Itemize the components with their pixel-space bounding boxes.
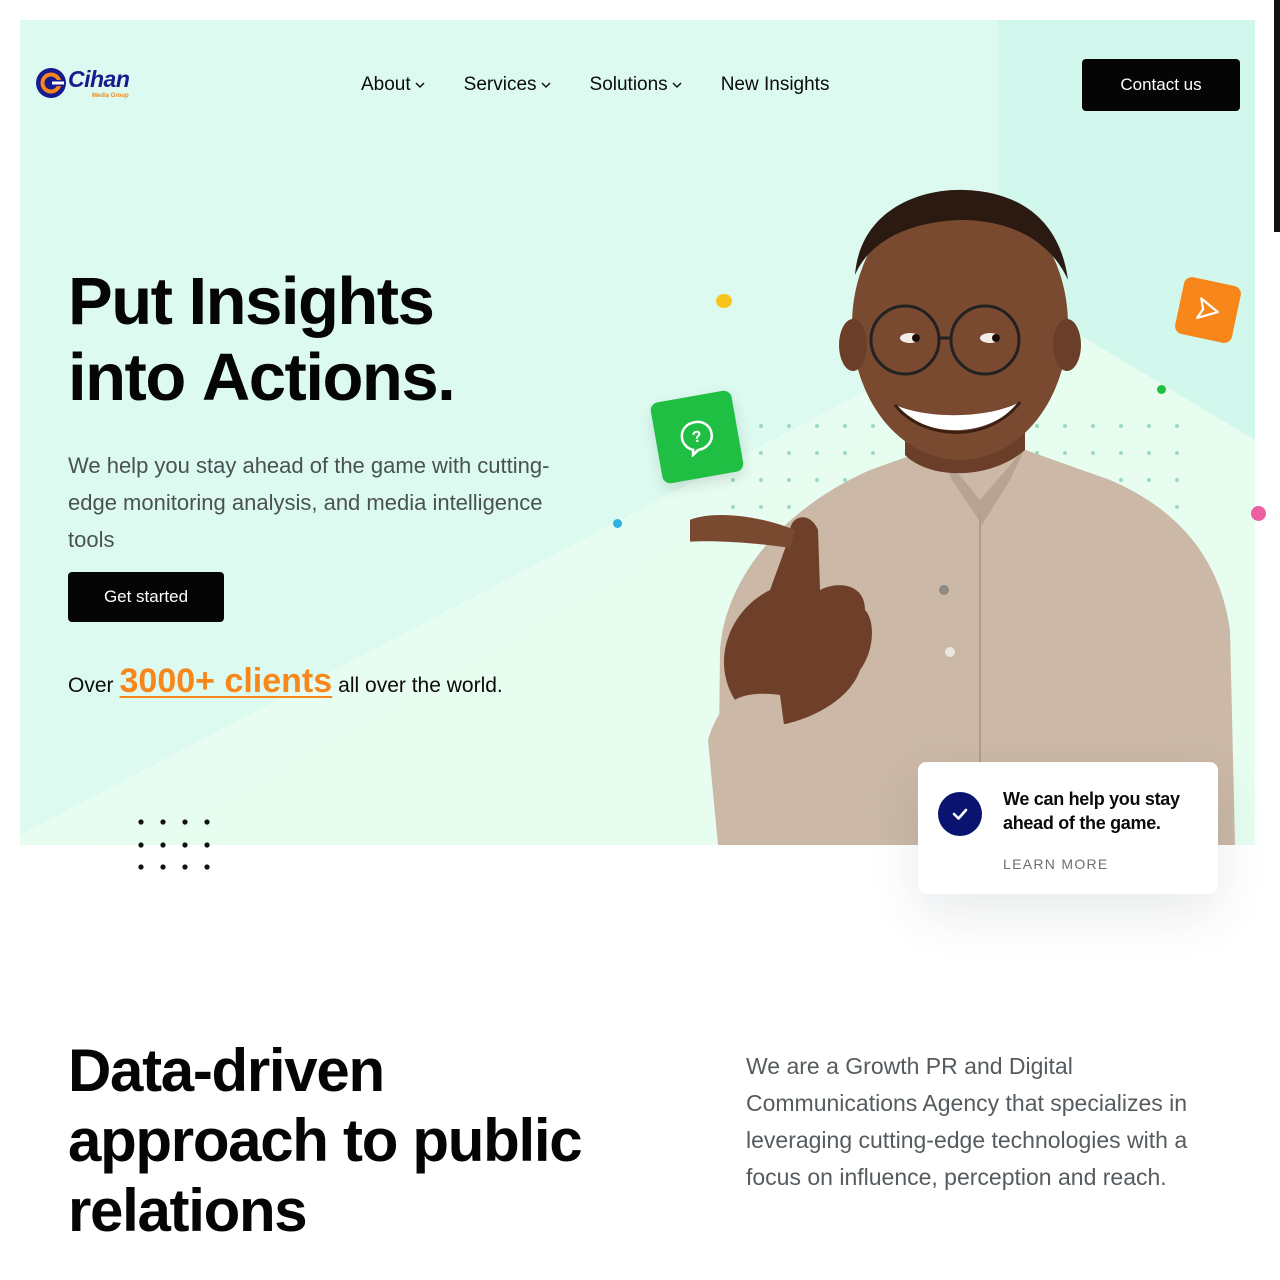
- nav-item-services[interactable]: Services: [464, 72, 552, 98]
- decorative-dot-blue: [613, 519, 622, 528]
- chevron-down-icon: [415, 82, 425, 89]
- section-title-highlight: Data-driven: [68, 1037, 385, 1104]
- headline-line-1: Put Insights: [68, 264, 435, 339]
- clients-prefix: Over: [68, 674, 114, 697]
- decorative-dot-grid-small: [138, 819, 210, 870]
- decorative-dot-pink: [1251, 506, 1266, 521]
- section-title-line-2: approach to public: [68, 1107, 583, 1174]
- learn-more-link[interactable]: LEARN MORE: [1003, 856, 1109, 872]
- contact-us-button[interactable]: Contact us: [1082, 59, 1240, 111]
- section-title: Data-driven approach to public relations: [68, 1036, 583, 1246]
- section-title-line-3: relations: [68, 1177, 308, 1244]
- main-nav: About Services Solutions New Insights: [361, 72, 867, 98]
- nav-item-solutions[interactable]: Solutions: [590, 72, 683, 98]
- nav-item-label: About: [361, 74, 411, 95]
- page-scrollbar[interactable]: [1274, 0, 1280, 232]
- hero-headline: Put Insights into Actions.: [68, 264, 456, 416]
- headline-highlight: Actions.: [201, 340, 456, 415]
- chevron-down-icon: [540, 82, 551, 89]
- clients-suffix: all over the world.: [338, 674, 503, 697]
- hero-person-image: [690, 189, 1235, 845]
- info-card: We can help you stay ahead of the game. …: [918, 762, 1218, 894]
- get-started-button[interactable]: Get started: [68, 572, 224, 622]
- nav-item-about[interactable]: About: [361, 72, 426, 98]
- clients-count-link[interactable]: 3000+ clients: [120, 662, 333, 701]
- card-title: We can help you stay ahead of the game.: [1003, 789, 1180, 833]
- headline-line-2a: into: [68, 340, 202, 415]
- nav-item-label: Services: [463, 74, 537, 95]
- nav-item-label: New Insights: [720, 74, 830, 95]
- section-description: We are a Growth PR and Digital Communica…: [746, 1053, 1188, 1190]
- decorative-dot-green: [1157, 385, 1166, 394]
- svg-text:?: ?: [691, 428, 704, 446]
- brand-tagline: Media Group: [92, 93, 129, 99]
- send-icon: [1173, 275, 1243, 345]
- decorative-dot-yellow: [716, 294, 732, 308]
- brand-name: Cihan: [68, 66, 130, 92]
- chevron-down-icon: [672, 82, 682, 89]
- check-icon: [938, 792, 982, 836]
- clients-statement: Over 3000+ clients all over the world.: [68, 662, 503, 701]
- logo-mark-icon: [36, 68, 66, 98]
- nav-item-new-insights[interactable]: New Insights: [721, 72, 830, 98]
- brand-logo[interactable]: Cihan Media Group: [34, 66, 134, 102]
- nav-item-label: Solutions: [589, 74, 668, 95]
- question-bubble-icon: ?: [649, 389, 745, 485]
- hero-subtitle: We help you stay ahead of the game with …: [68, 453, 550, 552]
